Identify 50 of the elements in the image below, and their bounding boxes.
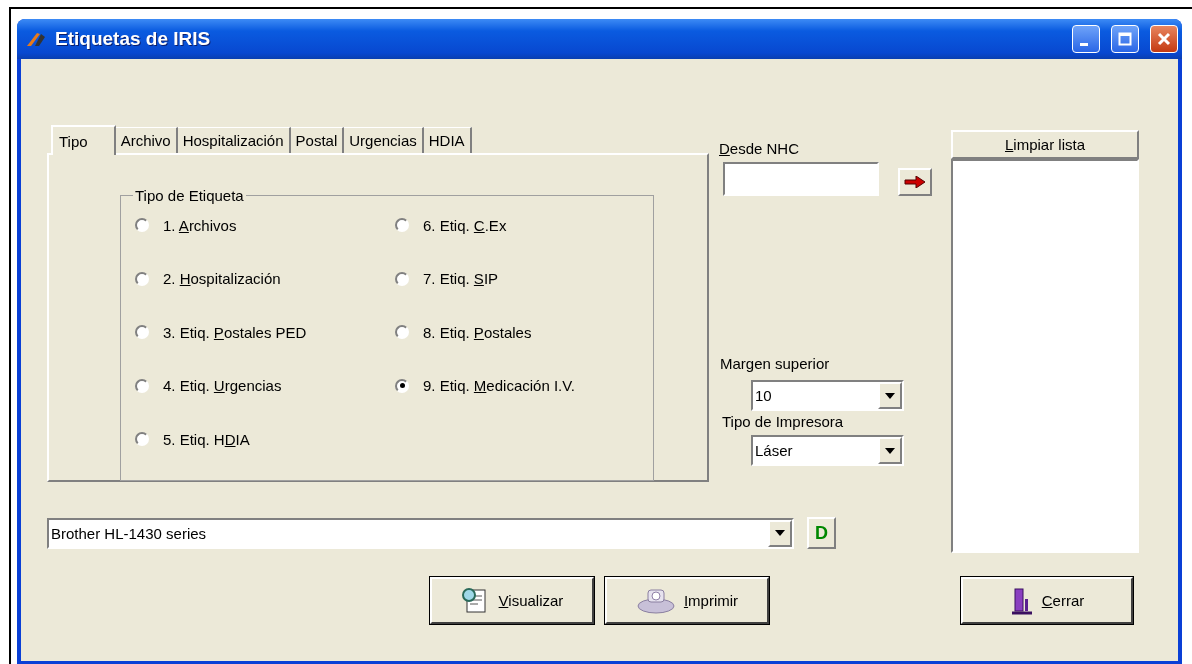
- d-button[interactable]: D: [807, 517, 836, 549]
- radio-button[interactable]: [135, 218, 149, 232]
- radio-button[interactable]: [135, 271, 149, 286]
- radio-button[interactable]: [395, 325, 409, 339]
- field-label: Margen superior: [720, 355, 831, 372]
- dropdown-arrow-icon: [775, 530, 785, 536]
- maximize-icon: [1118, 32, 1132, 46]
- tab[interactable]: Archivo: [115, 127, 178, 153]
- field-label: Desde NHC: [719, 140, 801, 157]
- option-label: 9. Etiq. Medicación I.V.: [423, 377, 576, 394]
- radio-button[interactable]: [395, 218, 409, 232]
- option-label: 5. Etiq. HDIA: [163, 430, 250, 448]
- close-button[interactable]: [1150, 25, 1178, 53]
- radio-button[interactable]: [395, 271, 409, 286]
- tab[interactable]: Postal: [290, 127, 345, 153]
- tab[interactable]: Hospitalización: [177, 127, 291, 153]
- option-label: 7. Etiq. SIP: [423, 270, 499, 287]
- maximize-button[interactable]: [1111, 25, 1139, 53]
- nhc-input-field[interactable]: [723, 162, 879, 196]
- option-label: 1. Archivos: [163, 216, 237, 234]
- clear-list-button[interactable]: Limpiar lista: [951, 130, 1139, 159]
- dropdown-arrow-icon: [885, 447, 895, 454]
- minimize-button[interactable]: [1072, 25, 1100, 53]
- tab[interactable]: HDIA: [423, 127, 472, 153]
- arrow-right-icon: [904, 176, 926, 188]
- dropdown-arrow-icon: [885, 392, 895, 399]
- close-icon: [1157, 32, 1171, 46]
- radio-button[interactable]: [395, 378, 409, 393]
- option-label: 4. Etiq. Urgencias: [163, 377, 282, 394]
- radio-button[interactable]: [135, 378, 149, 393]
- tab[interactable]: Urgencias: [344, 127, 424, 153]
- preview-button[interactable]: Visualizar: [430, 577, 594, 624]
- close-dialog-button[interactable]: Cerrar: [961, 577, 1133, 624]
- tab[interactable]: Tipo: [51, 125, 116, 155]
- printer-dropdown[interactable]: Brother HL-1430 series: [47, 517, 794, 549]
- add-button[interactable]: [898, 168, 932, 196]
- field-label: Tipo de Impresora: [722, 413, 845, 430]
- option-label: 2. Hospitalización: [163, 270, 281, 287]
- group-title: Tipo de Etiqueta: [134, 187, 245, 204]
- radio-button[interactable]: [135, 325, 149, 339]
- app-icon: [25, 31, 47, 47]
- window-title: Etiquetas de IRIS: [55, 28, 212, 50]
- option-label: 6. Etiq. C.Ex: [423, 216, 507, 234]
- minimize-icon: [1080, 42, 1088, 46]
- option-label: 3. Etiq. Postales PED: [163, 323, 307, 341]
- option-label: 8. Etiq. Postales: [423, 323, 532, 341]
- top-margin-dropdown[interactable]: 10: [751, 380, 904, 411]
- printer-type-dropdown[interactable]: Láser: [751, 435, 904, 466]
- radio-button[interactable]: [135, 432, 149, 446]
- print-button[interactable]: Imprimir: [605, 577, 769, 624]
